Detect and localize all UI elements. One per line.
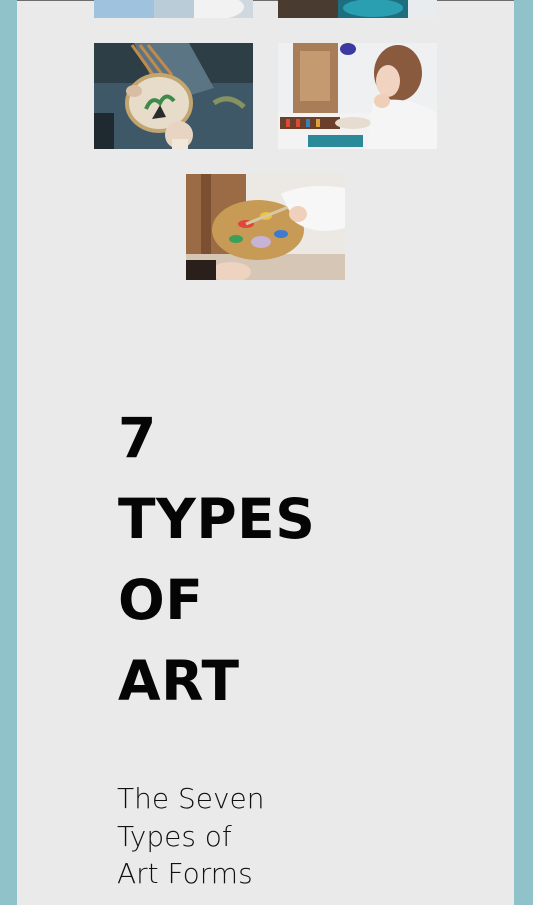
title-line: OF: [118, 568, 204, 632]
page-title: 7 TYPES OF ART: [118, 398, 315, 722]
gallery-image-4[interactable]: [278, 43, 437, 149]
subtitle-line: Types of: [117, 819, 232, 853]
photo-image-icon: [278, 43, 437, 149]
photo-image-icon: [186, 174, 345, 280]
photo-image-icon: [278, 0, 437, 18]
photo-image-icon: [94, 0, 253, 18]
page-content: 7 TYPES OF ART The Seven Types of Art Fo…: [17, 0, 514, 905]
top-divider: [17, 0, 514, 1]
gallery-image-1[interactable]: [94, 0, 253, 18]
gallery-image-3[interactable]: [94, 43, 253, 149]
photo-image-icon: [94, 43, 253, 149]
title-line: ART: [118, 649, 240, 713]
page-subtitle: The Seven Types of Art Forms: [117, 780, 265, 893]
title-line: TYPES: [118, 487, 316, 551]
gallery-image-2[interactable]: [278, 0, 437, 18]
gallery-image-5[interactable]: [186, 174, 345, 280]
subtitle-line: Art Forms: [117, 857, 253, 890]
title-line: 7: [118, 406, 157, 470]
subtitle-line: The Seven: [117, 782, 265, 815]
